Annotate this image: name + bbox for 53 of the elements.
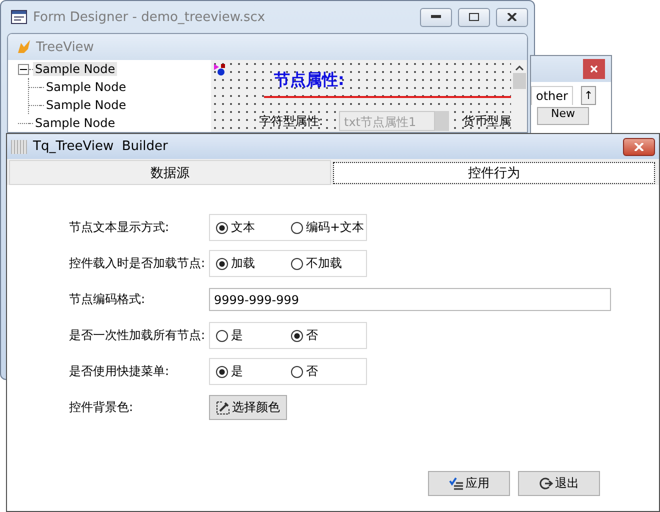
marker-icon [214, 64, 226, 76]
field-label: 是否使用快捷菜单: [69, 363, 170, 380]
field-label: 货币型属 [463, 113, 511, 130]
tree-node[interactable]: Sample Node [44, 98, 128, 112]
input-field[interactable]: 9999-999-999 [209, 288, 611, 311]
exit-button[interactable]: 退出 [518, 471, 600, 496]
tab[interactable]: 数据源 [9, 160, 331, 185]
close-button[interactable] [623, 138, 655, 156]
radio-option[interactable]: 编码+文本 [291, 219, 366, 236]
window-title: Form Designer - demo_treeview.scx [33, 10, 266, 24]
radio-option[interactable]: 是 [216, 363, 291, 380]
scroll-thumb[interactable] [512, 73, 526, 89]
close-icon [634, 142, 644, 150]
window-title: Tq_TreeView Builder [33, 139, 169, 154]
close-icon [590, 65, 598, 73]
field-label: 控件载入时是否加载节点: [69, 255, 206, 272]
collapse-icon[interactable] [18, 64, 29, 74]
tab[interactable]: 控件行为 [333, 162, 655, 184]
form-title: TreeView [36, 40, 95, 54]
field-label: 节点文本显示方式: [69, 219, 170, 236]
tab[interactable]: other [531, 86, 573, 105]
color-button[interactable]: 选择颜色 [209, 395, 287, 420]
scrollbar[interactable] [511, 60, 527, 132]
tree-node[interactable]: Sample Node [33, 116, 118, 130]
tree-node[interactable]: Sample Node [33, 62, 118, 76]
minimize-button[interactable] [420, 8, 452, 26]
field-label: 字符型属性: [259, 113, 324, 130]
close-button[interactable] [496, 8, 528, 26]
checklist-icon [448, 477, 464, 490]
grid-icon [11, 140, 27, 154]
field-label: 节点编码格式: [69, 291, 146, 308]
exit-icon [539, 477, 553, 490]
up-button[interactable]: ↑ [580, 86, 596, 105]
chevron-up-icon [514, 65, 524, 71]
field-label: 是否一次性加载所有节点: [69, 327, 206, 344]
radio-option[interactable]: 不加载 [291, 255, 366, 272]
field-label: 控件背景色: [69, 399, 134, 416]
canvas-heading: 节点属性: [274, 70, 344, 91]
maximize-icon [469, 13, 479, 21]
new-button[interactable]: New [537, 107, 589, 125]
eyedropper-icon [216, 400, 230, 414]
apply-button[interactable]: 应用 [428, 471, 510, 496]
close-icon [507, 13, 517, 21]
form-icon [11, 10, 27, 24]
radio-option[interactable]: 否 [291, 363, 366, 380]
radio-option[interactable]: 文本 [216, 219, 291, 236]
radio-option[interactable]: 否 [291, 327, 366, 344]
minimize-icon [431, 15, 441, 19]
field-spinner [435, 111, 449, 131]
radio-option[interactable]: 加载 [216, 255, 291, 272]
radio-option[interactable]: 是 [216, 327, 291, 344]
maximize-button[interactable] [458, 8, 490, 26]
tree-node[interactable]: Sample Node [44, 80, 128, 94]
